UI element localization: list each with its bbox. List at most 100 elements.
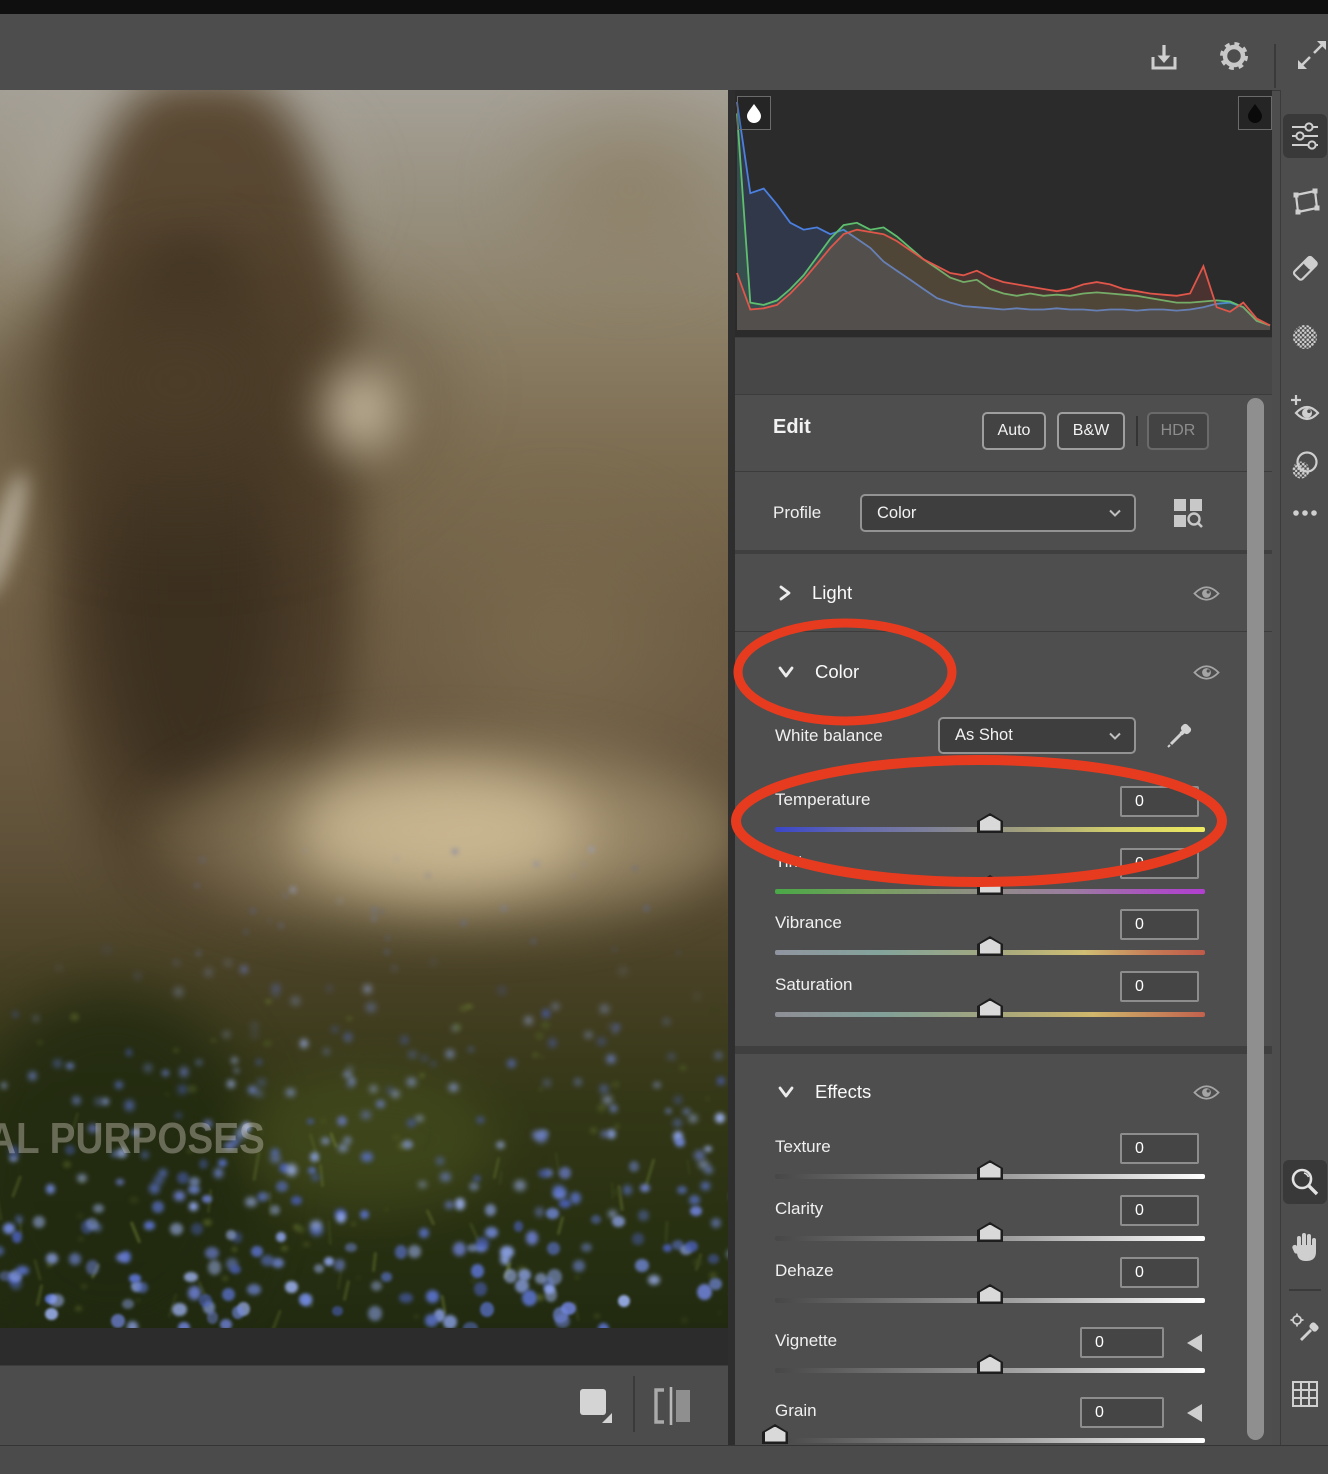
clarity-row: Clarity 0 <box>735 1195 1272 1257</box>
photo-speck <box>137 1282 148 1293</box>
photo-speck <box>407 1078 415 1086</box>
vibrance-value[interactable]: 0 <box>1120 909 1199 940</box>
gear-glyph <box>1214 36 1254 76</box>
photo-speck <box>525 1017 532 1024</box>
texture-slider-handle[interactable] <box>977 1160 1003 1180</box>
photo-speck <box>607 1055 615 1062</box>
dehaze-value[interactable]: 0 <box>1120 1257 1199 1288</box>
tool-more-settings[interactable] <box>1283 491 1327 535</box>
photo-speck <box>613 948 616 951</box>
temperature-slider-handle[interactable] <box>977 813 1003 833</box>
photo-speck <box>633 867 636 870</box>
photo-speck <box>679 1065 687 1071</box>
texture-slider[interactable] <box>775 1174 1205 1179</box>
tool-color-sampler[interactable] <box>1283 1306 1327 1350</box>
profile-dropdown[interactable]: Color <box>860 494 1136 532</box>
photo-speck <box>251 909 255 913</box>
white-balance-eyedropper-icon[interactable] <box>1163 716 1199 752</box>
light-visibility-eye-icon[interactable] <box>1193 584 1220 603</box>
panel-scrollbar[interactable] <box>1247 398 1264 1440</box>
white-balance-dropdown[interactable]: As Shot <box>938 717 1136 754</box>
photo-speck <box>445 1201 454 1208</box>
temperature-slider[interactable] <box>775 827 1205 832</box>
clarity-slider[interactable] <box>775 1236 1205 1241</box>
tool-zoom[interactable] <box>1283 1160 1327 1204</box>
shadow-clipping-indicator[interactable] <box>737 96 771 130</box>
tool-red-eye[interactable] <box>1283 387 1327 431</box>
effects-section-header[interactable]: Effects <box>735 1075 1272 1109</box>
color-visibility-eye-icon[interactable] <box>1193 663 1220 682</box>
photo-speck <box>54 1060 62 1067</box>
vignette-value[interactable]: 0 <box>1080 1327 1164 1358</box>
vignette-expand-triangle-icon[interactable] <box>1187 1334 1202 1352</box>
view-mode-select-icon[interactable] <box>576 1384 616 1428</box>
settings-gear-icon[interactable] <box>1212 34 1256 78</box>
color-section-header[interactable]: Color <box>735 655 1272 689</box>
grain-slider[interactable] <box>775 1438 1205 1443</box>
vibrance-slider-handle[interactable] <box>977 936 1003 956</box>
temperature-value[interactable]: 0 <box>1120 786 1199 817</box>
edit-panel: Edit Auto B&W HDR Profile Color <box>735 90 1272 1445</box>
tool-presets[interactable] <box>1283 444 1327 488</box>
photo-speck <box>575 1276 579 1279</box>
tint-slider[interactable] <box>775 889 1205 894</box>
light-section-header[interactable]: Light <box>735 576 1272 610</box>
tint-slider-handle[interactable] <box>977 875 1003 895</box>
photo-speck <box>555 1314 570 1328</box>
saturation-value[interactable]: 0 <box>1120 971 1199 1002</box>
photo-speck <box>368 1306 382 1321</box>
profile-browser-icon[interactable] <box>1172 497 1204 529</box>
tint-value[interactable]: 0 <box>1120 848 1199 879</box>
photo-speck <box>273 993 278 998</box>
texture-value[interactable]: 0 <box>1120 1133 1199 1164</box>
tool-hand[interactable] <box>1283 1225 1327 1269</box>
dehaze-slider[interactable] <box>775 1298 1205 1303</box>
photo-speck <box>461 921 465 925</box>
presets-icon <box>1288 449 1322 483</box>
saturation-label: Saturation <box>775 975 853 995</box>
tool-grid-overlay[interactable] <box>1283 1372 1327 1416</box>
photo-speck <box>640 1184 650 1192</box>
grain-expand-triangle-icon[interactable] <box>1187 1404 1202 1422</box>
vignette-slider-handle[interactable] <box>977 1354 1003 1374</box>
auto-button[interactable]: Auto <box>982 412 1046 450</box>
vignette-slider[interactable] <box>775 1368 1205 1373</box>
photo-speck <box>689 1115 697 1122</box>
photo-speck <box>559 1199 571 1208</box>
clarity-value[interactable]: 0 <box>1120 1195 1199 1226</box>
photo-speck <box>426 874 430 878</box>
tool-edit-sliders[interactable] <box>1283 114 1327 158</box>
saturation-slider-handle[interactable] <box>977 998 1003 1018</box>
photo-speck <box>300 1039 308 1048</box>
tool-crop-rotate[interactable] <box>1283 179 1327 223</box>
before-after-view-icon[interactable] <box>650 1384 698 1428</box>
vibrance-slider[interactable] <box>775 950 1205 955</box>
clarity-slider-handle[interactable] <box>977 1222 1003 1242</box>
hdr-button[interactable]: HDR <box>1147 412 1209 450</box>
tool-heal-remove[interactable] <box>1283 246 1327 290</box>
histogram[interactable] <box>735 90 1272 337</box>
photo-speck <box>380 910 383 913</box>
dehaze-slider-handle[interactable] <box>977 1284 1003 1304</box>
saturation-row: Saturation 0 <box>735 971 1272 1033</box>
tool-masking[interactable] <box>1283 315 1327 359</box>
effects-visibility-eye-icon[interactable] <box>1193 1083 1220 1102</box>
photo-speck <box>104 948 109 953</box>
bw-button[interactable]: B&W <box>1057 412 1125 450</box>
photo-speck <box>35 1284 42 1306</box>
grain-value[interactable]: 0 <box>1080 1397 1164 1428</box>
photo-speck <box>471 1264 484 1278</box>
photo-speck <box>77 1174 87 1182</box>
photo-speck <box>122 1299 134 1309</box>
photo-speck <box>261 1255 274 1266</box>
photo-canvas[interactable]: AL PURPOSES <box>0 90 728 1328</box>
grain-slider-handle[interactable] <box>762 1424 788 1444</box>
export-download-icon[interactable] <box>1143 36 1185 78</box>
toolbar-divider <box>1274 44 1276 88</box>
red-eye-icon <box>1288 392 1322 426</box>
chevron-down-icon <box>1108 731 1122 740</box>
photo-speck <box>286 1164 297 1176</box>
saturation-slider[interactable] <box>775 1012 1205 1017</box>
highlight-clipping-indicator[interactable] <box>1238 96 1272 130</box>
fullscreen-expand-icon[interactable] <box>1291 34 1328 76</box>
